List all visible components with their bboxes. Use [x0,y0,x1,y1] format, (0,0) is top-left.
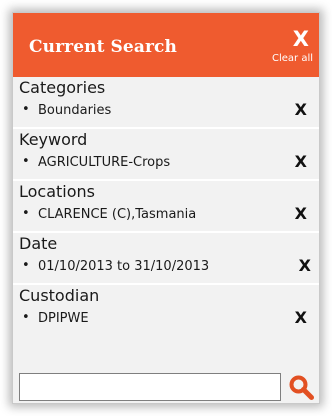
bullet-icon: • [22,206,30,221]
filter-value: AGRICULTURE-Crops [38,155,171,170]
filter-label: Custodian [19,286,100,305]
search-icon[interactable] [287,373,315,401]
filter-section-keyword: Keyword • AGRICULTURE-Crops X [13,129,319,181]
filter-label: Locations [19,182,96,201]
bullet-icon: • [22,154,30,169]
search-input[interactable] [19,373,281,401]
remove-filter-button[interactable]: X [299,256,311,275]
filter-value: 01/10/2013 to 31/10/2013 [38,259,210,274]
filter-section-locations: Locations • CLARENCE (C),Tasmania X [13,181,319,233]
filter-label: Categories [19,78,106,97]
bullet-icon: • [22,258,30,273]
filters-list: Categories • Boundaries X Keyword • AGRI… [13,77,319,403]
filter-value: CLARENCE (C),Tasmania [38,207,197,222]
filter-value: Boundaries [38,103,112,118]
filter-section-categories: Categories • Boundaries X [13,77,319,129]
panel-title: Current Search [29,37,177,57]
remove-filter-button[interactable]: X [295,152,307,171]
panel-header: Current Search X Clear all [13,13,319,77]
bullet-icon: • [22,310,30,325]
filter-label: Date [19,234,58,253]
filter-value: DPIPWE [38,311,89,326]
remove-filter-button[interactable]: X [295,204,307,223]
filter-section-custodian: Custodian • DPIPWE X [13,285,319,335]
remove-filter-button[interactable]: X [295,308,307,327]
clear-all-icon[interactable]: X [293,29,309,50]
remove-filter-button[interactable]: X [295,100,307,119]
clear-all-link[interactable]: Clear all [272,53,313,64]
bullet-icon: • [22,102,30,117]
current-search-panel: Current Search X Clear all Categories • … [12,12,320,404]
filter-label: Keyword [19,130,88,149]
filter-section-date: Date • 01/10/2013 to 31/10/2013 X [13,233,319,285]
